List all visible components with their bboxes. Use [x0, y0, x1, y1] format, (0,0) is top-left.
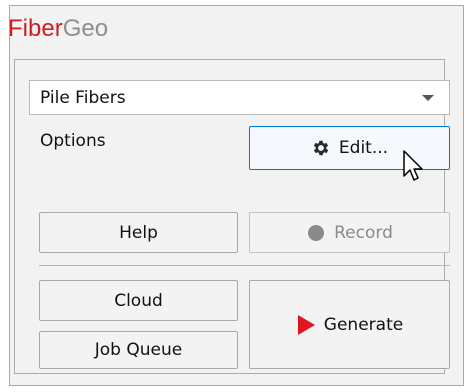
generate-button-label: Generate [323, 314, 404, 335]
record-button[interactable]: Record [249, 212, 450, 253]
play-icon [296, 314, 316, 336]
edit-button-label: Edit... [338, 138, 389, 158]
app-title-geo: Geo [62, 15, 109, 42]
app-title-fiber: Fiber [8, 15, 63, 42]
cloud-button[interactable]: Cloud [39, 280, 238, 321]
help-button[interactable]: Help [39, 212, 238, 253]
generate-button[interactable]: Generate [249, 280, 450, 369]
cloud-button-label: Cloud [114, 290, 163, 311]
gear-icon [311, 138, 331, 158]
divider [39, 265, 450, 266]
help-button-label: Help [119, 222, 158, 243]
options-label: Options [40, 131, 106, 151]
job-queue-button-label: Job Queue [94, 340, 183, 360]
job-queue-button[interactable]: Job Queue [39, 331, 238, 369]
chevron-down-icon [422, 95, 434, 101]
mouse-cursor-icon [403, 150, 423, 181]
preset-dropdown[interactable]: Pile Fibers [29, 80, 450, 115]
app-title: FiberGeo [8, 17, 108, 41]
record-button-label: Record [334, 222, 393, 243]
preset-dropdown-value: Pile Fibers [40, 88, 126, 108]
record-circle-icon [306, 223, 326, 243]
